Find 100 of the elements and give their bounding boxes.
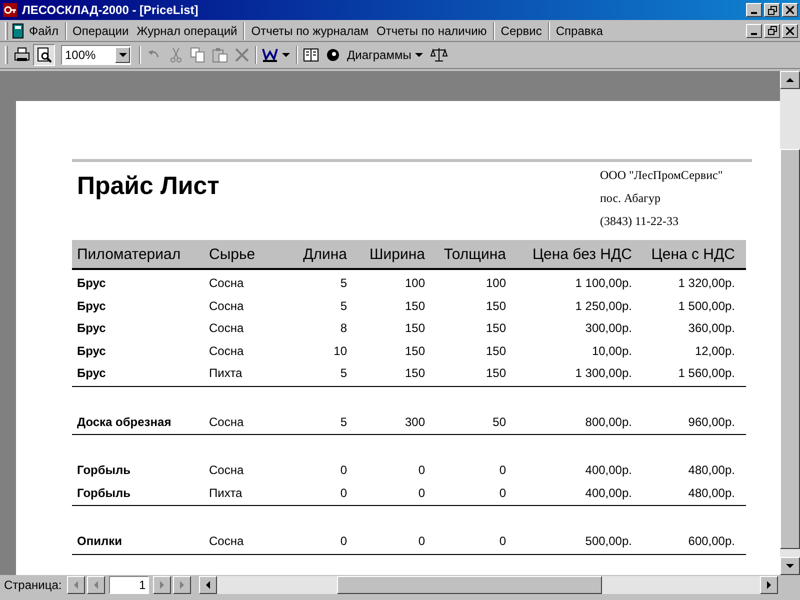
column-header: Сырье [208, 246, 256, 262]
copy-icon [190, 47, 206, 63]
table-cell-text: 300 [404, 414, 426, 429]
table-cell-text: 500,00р. [584, 534, 633, 548]
table-cell-text: Брус [76, 366, 107, 380]
table-cell-text: Горбыль [76, 486, 132, 500]
next-page-button[interactable] [152, 576, 171, 594]
table-cell-text: 150 [404, 366, 426, 380]
table-cell-text: 800,00р. [584, 414, 633, 429]
window-title: ЛЕСОСКЛАД-2000 - [PriceList] [22, 3, 200, 17]
table-cell-text: 50 [492, 414, 507, 429]
scissors-icon [168, 47, 184, 63]
menu-item[interactable]: Операции [68, 22, 133, 40]
restore-icon [768, 26, 776, 35]
table-cell-text: 10 [332, 344, 348, 358]
first-page-button[interactable] [66, 576, 85, 594]
table-cell-text: Сосна [208, 463, 245, 478]
app-icon [2, 2, 18, 18]
close-button[interactable] [782, 24, 798, 38]
table-cell-text: Горбыль [76, 463, 132, 478]
table-cell-text: 600,00р. [687, 534, 736, 548]
table-cell-text: Сосна [208, 344, 245, 358]
table-cell-text: Брус [76, 276, 107, 290]
table-cell-text: 960,00р. [687, 414, 736, 429]
table-cell-text: 0 [339, 486, 348, 500]
table-cell-text: Сосна [208, 276, 245, 290]
minimize-button[interactable] [746, 3, 762, 17]
scales-icon [430, 47, 448, 63]
table-cell-text: Брус [76, 321, 107, 336]
printer-icon [14, 47, 30, 63]
previous-page-button[interactable] [86, 576, 105, 594]
table-cell-text: 5 [339, 298, 348, 313]
scroll-up-button[interactable] [780, 71, 800, 89]
table-cell-text: 1 560,00р. [677, 366, 736, 380]
table-cell-text: 100 [484, 276, 507, 290]
vertical-scrollbar[interactable] [780, 71, 800, 575]
company-info: (3843) 11-22-33 [600, 214, 680, 229]
table-cell-text: 10,00р. [590, 344, 633, 358]
minimize-icon [751, 32, 757, 34]
column-header: Толщина [442, 246, 507, 262]
zoom-combo[interactable]: 100% [61, 45, 131, 65]
table-cell-text: 0 [417, 463, 426, 478]
dropdown-button[interactable] [115, 47, 130, 63]
menu-item[interactable]: Справка [552, 22, 607, 40]
minimize-button[interactable] [746, 24, 762, 38]
toolbar-button[interactable] [33, 44, 55, 66]
menu-item[interactable]: Отчеты по журналам [247, 22, 372, 40]
table-cell-text: 150 [484, 344, 507, 358]
charts-button[interactable]: Диаграммы [344, 44, 428, 66]
menu-item[interactable]: Сервис [496, 22, 546, 40]
company-info: пос. Абагур [600, 191, 662, 206]
table-cell-text: Пихта [208, 486, 244, 500]
table-cell-text: Сосна [208, 414, 245, 429]
minimize-icon [751, 12, 757, 14]
restore-button[interactable] [764, 3, 780, 17]
database-window-icon [303, 47, 319, 63]
table-cell-text: Сосна [208, 298, 245, 313]
close-icon [786, 6, 794, 14]
delete-icon [234, 47, 250, 63]
print-preview-icon [36, 47, 52, 63]
table-cell-text: 1 300,00р. [574, 366, 633, 380]
table-cell-text: 1 320,00р. [677, 276, 736, 290]
table-cell-text: 480,00р. [687, 463, 736, 478]
scroll-down-button[interactable] [780, 557, 800, 575]
last-page-button[interactable] [172, 576, 191, 594]
horizontal-scrollbar[interactable] [198, 576, 778, 594]
table-cell-text: 0 [498, 486, 507, 500]
up-arrow-icon [785, 75, 795, 85]
column-header: Пиломатериал [76, 246, 182, 262]
page-number-field[interactable]: 1 [108, 576, 149, 594]
column-header: Длина [302, 246, 348, 262]
book-icon [11, 22, 25, 38]
table-cell-text: 400,00р. [584, 486, 633, 500]
table-cell-text: 1 500,00р. [677, 298, 736, 313]
menu-item[interactable]: Журнал операций [132, 22, 242, 40]
caret-icon [281, 50, 291, 60]
letter-w-icon [262, 47, 278, 63]
restore-button[interactable] [764, 24, 780, 38]
table-cell-text: 1 250,00р. [574, 298, 633, 313]
menu-item[interactable]: Файл [25, 22, 63, 40]
table-cell-text: 400,00р. [584, 463, 633, 478]
table-cell-text: 0 [417, 534, 426, 548]
table-cell-text: 0 [339, 534, 348, 548]
table-cell-text: 150 [404, 344, 426, 358]
close-button[interactable] [782, 3, 798, 17]
scroll-right-button[interactable] [760, 576, 778, 594]
menu-item[interactable]: Отчеты по наличию [372, 22, 491, 40]
company-info: ООО "ЛесПромСервис" [600, 168, 724, 183]
caret-icon [118, 50, 128, 60]
table-cell-text: 1 100,00р. [574, 276, 633, 290]
table-cell-text: 0 [498, 463, 507, 478]
table-cell-text: 150 [484, 298, 507, 313]
table-cell-text: 0 [498, 534, 507, 548]
table-cell-text: Пихта [208, 366, 244, 380]
column-header: Цена без НДС [531, 246, 633, 262]
scroll-left-button[interactable] [198, 576, 217, 594]
paste-icon [212, 47, 228, 63]
right-arrow-icon [764, 580, 774, 590]
table-cell-text: 12,00р. [694, 344, 736, 358]
table-cell-text: 360,00р. [687, 321, 736, 336]
